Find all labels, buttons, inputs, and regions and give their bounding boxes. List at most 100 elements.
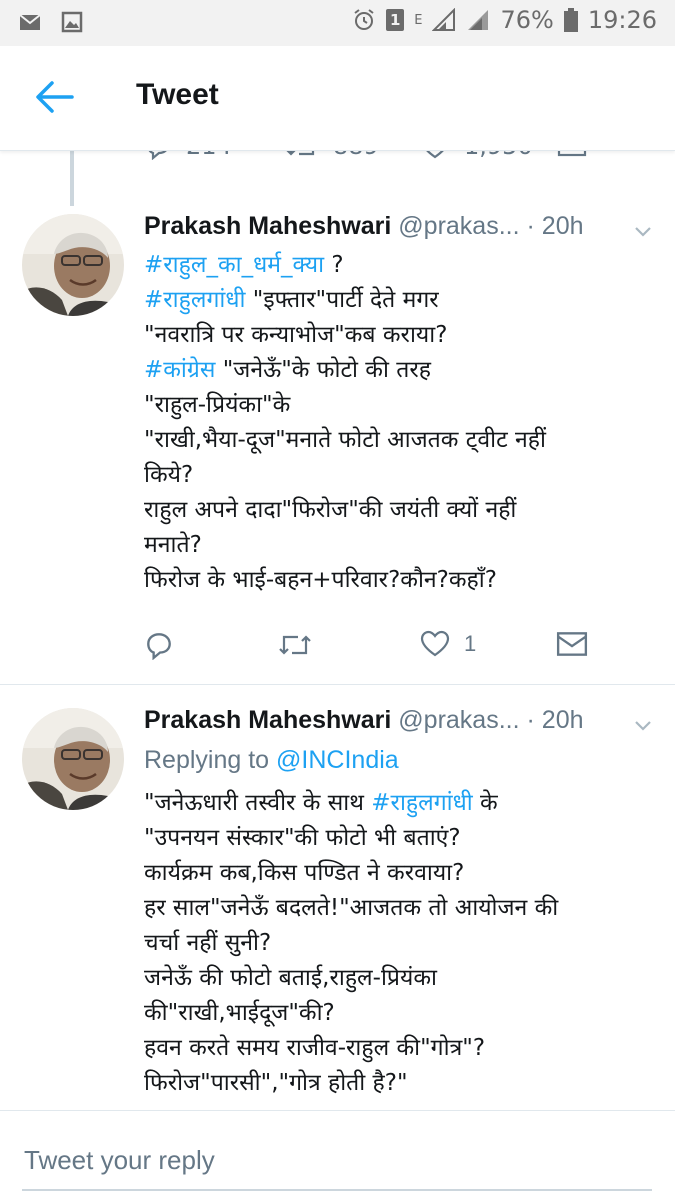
replying-to-label: Replying to <box>144 746 270 774</box>
tweet-text-line: फिरोज"पारसी","गोत्र होती है?" <box>144 1066 654 1101</box>
envelope-icon <box>557 150 587 157</box>
tweet-text-segment: मनाते? <box>144 532 202 558</box>
hashtag-link[interactable]: #कांग्रेस <box>144 357 215 383</box>
tweet-header: Prakash Maheshwari @prakas... · 20h <box>144 706 655 742</box>
prev-reply-action[interactable]: 214 <box>144 150 232 160</box>
tweet-1[interactable]: Prakash Maheshwari @prakas... · 20h #राह… <box>0 206 675 686</box>
retweet-button[interactable] <box>278 630 326 660</box>
author-handle[interactable]: @prakas... <box>398 706 519 734</box>
network-type-icon: E <box>414 12 423 28</box>
alarm-icon <box>354 9 374 30</box>
prev-dm-action[interactable] <box>557 150 587 158</box>
author-name[interactable]: Prakash Maheshwari <box>144 212 391 240</box>
tweet-text-line: राहुल अपने दादा"फिरोज"की जयंती क्यों नही… <box>144 493 654 528</box>
tweet-time: 20h <box>541 212 584 240</box>
tweet-text-line: की"राखी,भाईदूज"की? <box>144 996 654 1031</box>
like-button[interactable]: 1 <box>420 630 476 658</box>
tweet-2[interactable]: Prakash Maheshwari @prakas... · 20h Repl… <box>0 700 675 1110</box>
thread-line <box>70 150 74 206</box>
battery-percent: 76% <box>500 6 554 34</box>
chevron-down-icon[interactable] <box>631 714 655 738</box>
prev-like-action[interactable]: 1,950 <box>420 150 533 160</box>
tweet-text-segment: फिरोज के भाई-बहन+परिवार?कौन?कहाँ? <box>144 567 497 593</box>
hashtag-link[interactable]: #राहुल_का_धर्म_क्या <box>144 252 324 278</box>
heart-icon <box>420 630 450 657</box>
prev-retweet-count: 889 <box>333 150 379 160</box>
tweet-text-line: चर्चा नहीं सुनी? <box>144 926 654 961</box>
avatar[interactable] <box>22 214 124 316</box>
separator-dot: · <box>526 212 535 240</box>
tweet-text-segment: "जनेऊँ"के फोटो की तरह <box>215 357 431 383</box>
tweet-text-line: #राहुलगांधी "इफ्तार"पार्टी देते मगर <box>144 283 654 318</box>
tweet-text-line: "जनेऊधारी तस्वीर के साथ #राहुलगांधी के <box>144 786 654 821</box>
author-handle[interactable]: @prakas... <box>398 212 519 240</box>
battery-icon <box>563 8 578 32</box>
tweet-text-segment: जनेऊँ की फोटो बताई,राहुल-प्रियंका <box>144 965 437 991</box>
tweet-text-segment: "नवरात्रि पर कन्याभोज"कब कराया? <box>144 322 448 348</box>
replying-to-mention[interactable]: @INCIndia <box>276 746 399 774</box>
tweet-text-line: फिरोज के भाई-बहन+परिवार?कौन?कहाँ? <box>144 563 654 598</box>
tweet-text-line: हवन करते समय राजीव-राहुल की"गोत्र"? <box>144 1031 654 1066</box>
tweet-text-segment: की"राखी,भाईदूज"की? <box>144 1000 335 1026</box>
tweet-text-segment: हर साल"जनेऊँ बदलते!"आजतक तो आयोजन की <box>144 895 559 921</box>
envelope-icon <box>556 632 588 656</box>
separator-dot: · <box>526 706 535 734</box>
app-bar: Tweet <box>0 46 675 151</box>
direct-message-button[interactable] <box>556 630 588 658</box>
tweet-text-line: कार्यक्रम कब,किस पण्डित ने करवाया? <box>144 856 654 891</box>
page-title: Tweet <box>136 78 219 111</box>
avatar-photo <box>22 708 124 810</box>
sim-slot-icon: 1 <box>386 9 405 31</box>
tweet-text-line: "नवरात्रि पर कन्याभोज"कब कराया? <box>144 318 654 353</box>
prev-reply-count: 214 <box>186 150 232 160</box>
tweet-text-segment: ? <box>324 252 344 278</box>
reply-icon <box>148 150 168 160</box>
avatar-photo <box>22 214 124 316</box>
tweet-text-segment: राहुल अपने दादा"फिरोज"की जयंती क्यों नही… <box>144 497 517 523</box>
tweet-text-segment: "जनेऊधारी तस्वीर के साथ <box>144 790 372 816</box>
tweet-text-line: "राहुल-प्रियंका"के <box>144 388 654 423</box>
tweet-text-segment: "राहुल-प्रियंका"के <box>144 392 291 418</box>
signal-icon <box>432 8 456 31</box>
tweet-text-line: हर साल"जनेऊँ बदलते!"आजतक तो आयोजन की <box>144 891 654 926</box>
heart-icon <box>425 150 445 159</box>
retweet-icon <box>286 150 315 156</box>
hashtag-link[interactable]: #राहुलगांधी <box>144 287 245 313</box>
avatar[interactable] <box>22 708 124 810</box>
tweet-text-segment: के <box>472 790 498 816</box>
reply-button[interactable] <box>144 630 188 660</box>
tweet-time: 20h <box>541 706 584 734</box>
chevron-down-icon[interactable] <box>631 220 655 244</box>
signal-icon-2 <box>468 10 489 30</box>
tweet-text-segment: कार्यक्रम कब,किस पण्डित ने करवाया? <box>144 860 465 886</box>
reply-composer <box>0 1110 675 1201</box>
tweet-text-segment: फिरोज"पारसी","गोत्र होती है?" <box>144 1070 408 1096</box>
reply-input[interactable] <box>22 1139 656 1181</box>
tweet-text-line: मनाते? <box>144 528 654 563</box>
tweet-text-line: "राखी,भैया-दूज"मनाते फोटो आजतक ट्वीट नही… <box>144 423 654 458</box>
tweet-text-line: #कांग्रेस "जनेऊँ"के फोटो की तरह <box>144 353 654 388</box>
prev-like-count: 1,950 <box>464 150 533 160</box>
tweet-text: #राहुल_का_धर्म_क्या ? #राहुलगांधी "इफ्तार… <box>144 248 654 598</box>
tweet-text-line: जनेऊँ की फोटो बताई,राहुल-प्रियंका <box>144 961 654 996</box>
tweet-text-segment: "उपनयन संस्कार"की फोटो भी बताएं? <box>144 825 461 851</box>
tweet-text-line: "उपनयन संस्कार"की फोटो भी बताएं? <box>144 821 654 856</box>
author-name[interactable]: Prakash Maheshwari <box>144 706 391 734</box>
prev-retweet-action[interactable]: 889 <box>285 150 379 160</box>
hashtag-link[interactable]: #राहुलगांधी <box>371 790 472 816</box>
tweet-text-segment: "राखी,भैया-दूज"मनाते फोटो आजतक ट्वीट नही… <box>144 427 546 453</box>
clock: 19:26 <box>587 6 657 34</box>
reply-icon <box>147 633 171 660</box>
replying-to-line: Replying to @INCIndia <box>144 746 655 782</box>
like-count: 1 <box>464 631 477 656</box>
tweet-text-segment: हवन करते समय राजीव-राहुल की"गोत्र"? <box>144 1035 486 1061</box>
previous-tweet-actions: 214 889 1,950 <box>0 150 675 170</box>
tweet-header: Prakash Maheshwari @prakas... · 20h <box>144 212 655 248</box>
tweet-text-segment: "इफ्तार"पार्टी देते मगर <box>245 287 439 313</box>
mail-notification-icon <box>19 14 41 30</box>
tweet-text-line: किये? <box>144 458 654 493</box>
retweet-icon <box>279 635 311 655</box>
status-bar: 1 E 76% 19:26 <box>0 0 675 46</box>
back-arrow-icon[interactable] <box>34 80 74 114</box>
tweet-text: "जनेऊधारी तस्वीर के साथ #राहुलगांधी के "उ… <box>144 786 654 1101</box>
